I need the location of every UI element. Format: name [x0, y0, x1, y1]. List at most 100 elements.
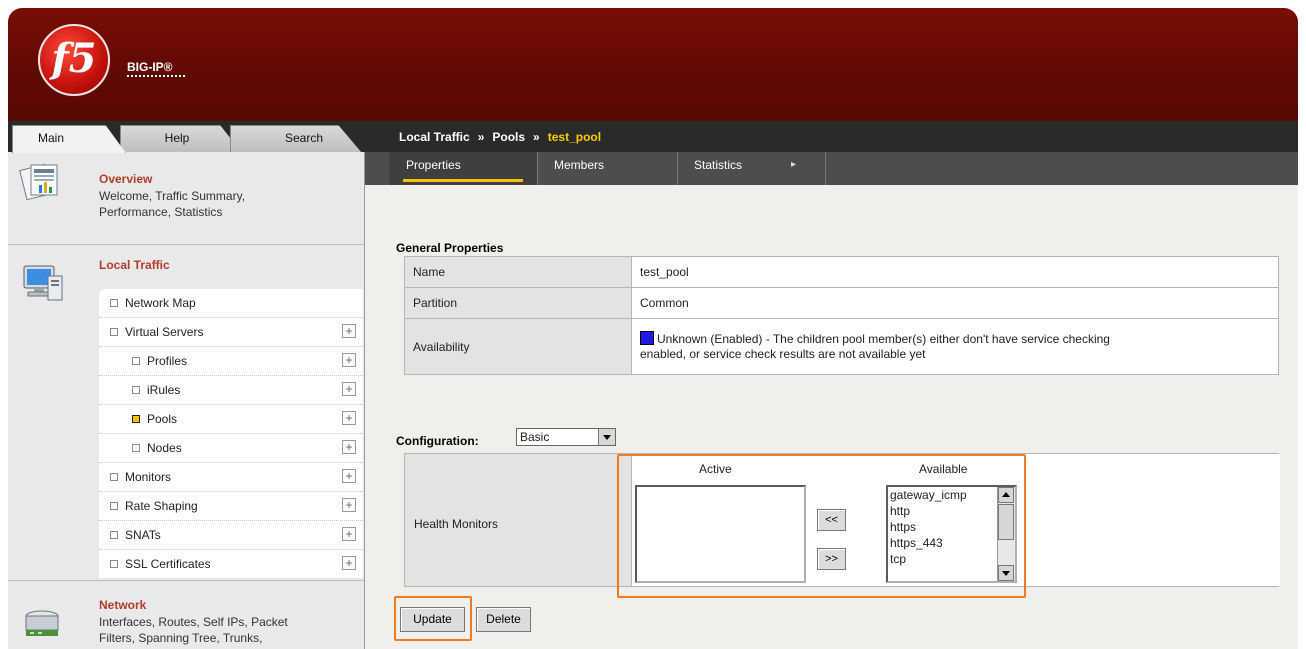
general-properties-title: General Properties [396, 241, 504, 255]
add-icon[interactable]: + [342, 527, 356, 541]
sidebar-item-label: iRules [147, 383, 181, 397]
general-properties-table: Name test_pool Partition Common Availabi… [404, 256, 1279, 375]
external-link-icon[interactable]: ▸ [791, 152, 796, 178]
sidebar-overview-title[interactable]: Overview [99, 172, 152, 186]
row-label-name: Name [404, 256, 632, 288]
sidebar-item-label: Network Map [125, 296, 196, 310]
configuration-select[interactable]: Basic [516, 428, 616, 446]
sidebar-divider [8, 580, 364, 581]
availability-text-line2: enabled, or service check results are no… [640, 347, 926, 361]
breadcrumb-local-traffic[interactable]: Local Traffic [399, 130, 470, 144]
add-icon[interactable]: + [342, 498, 356, 512]
tab-help-label: Help [164, 131, 190, 145]
table-row: Name test_pool [404, 256, 1279, 288]
network-icon [25, 610, 59, 636]
sidebar-network-desc: Interfaces, Routes, Self IPs, Packet Fil… [99, 614, 288, 646]
sidebar: Overview Welcome, Traffic Summary, Perfo… [8, 152, 365, 649]
breadcrumb-pools[interactable]: Pools [492, 130, 525, 144]
sidebar-item-virtual-servers[interactable]: Virtual Servers + [99, 318, 363, 347]
monitors-highlight-box [617, 454, 1026, 598]
overview-icon [19, 163, 58, 201]
tab-properties-label: Properties [406, 158, 461, 172]
sidebar-item-label: SNATs [125, 528, 161, 542]
sidebar-item-irules[interactable]: iRules + [99, 376, 363, 405]
product-underline [127, 75, 185, 77]
sidebar-item-label: SSL Certificates [125, 557, 211, 571]
sidebar-network-title[interactable]: Network [99, 598, 146, 612]
bullet-icon [110, 560, 118, 568]
product-name: BIG-IP® [127, 60, 173, 74]
bullet-icon [110, 299, 118, 307]
sidebar-divider [8, 244, 364, 245]
sidebar-item-network-map[interactable]: Network Map [99, 289, 363, 318]
main-content: Properties Members Statistics ▸ General … [365, 152, 1298, 649]
sidebar-item-pools[interactable]: Pools + [99, 405, 363, 434]
availability-value: Unknown (Enabled) - The children pool me… [631, 318, 1279, 375]
bullet-icon [110, 473, 118, 481]
add-icon[interactable]: + [342, 440, 356, 454]
bullet-icon [132, 444, 140, 452]
local-traffic-menu: Network Map Virtual Servers + Profiles +… [99, 289, 363, 578]
breadcrumb-current: test_pool [547, 130, 602, 144]
tab-main-label: Main [37, 131, 64, 145]
tab-statistics-label: Statistics [694, 158, 743, 172]
pool-name-value: test_pool [631, 256, 1279, 288]
app-frame: f5 BIG-IP® Main Help Search Local Traffi… [8, 8, 1298, 649]
status-blue-icon [640, 331, 654, 345]
bullet-icon [110, 531, 118, 539]
chevron-down-icon[interactable] [598, 429, 615, 445]
sidebar-item-rate-shaping[interactable]: Rate Shaping + [99, 492, 363, 521]
sidebar-item-label: Nodes [147, 441, 182, 455]
sidebar-item-label: Monitors [125, 470, 172, 484]
row-label-availability: Availability [404, 318, 632, 375]
partition-value: Common [631, 287, 1279, 319]
add-icon[interactable]: + [342, 382, 356, 396]
delete-button[interactable]: Delete [476, 607, 531, 632]
bullet-icon [110, 502, 118, 510]
sidebar-item-snats[interactable]: SNATs + [99, 521, 363, 550]
sidebar-item-label: Virtual Servers [125, 325, 204, 339]
configuration-select-value: Basic [520, 430, 550, 444]
breadcrumb: Local Traffic » Pools » test_pool [399, 130, 601, 144]
table-row: Availability Unknown (Enabled) - The chi… [404, 318, 1279, 375]
add-icon[interactable]: + [342, 469, 356, 483]
tab-statistics[interactable]: Statistics ▸ [677, 152, 826, 185]
health-monitors-label: Health Monitors [414, 517, 499, 531]
overview-desc-line2: Performance, Statistics [99, 205, 223, 219]
breadcrumb-separator: » [533, 130, 540, 144]
network-desc-line1: Interfaces, Routes, Self IPs, Packet [99, 615, 288, 629]
bullet-icon [110, 328, 118, 336]
bullet-selected-icon [132, 415, 140, 423]
f5-logo: f5 [38, 24, 110, 96]
sidebar-item-label: Rate Shaping [125, 499, 198, 513]
sidebar-item-label: Profiles [147, 354, 188, 368]
sidebar-item-monitors[interactable]: Monitors + [99, 463, 363, 492]
sidebar-local-traffic-title[interactable]: Local Traffic [99, 258, 170, 272]
header-banner [8, 8, 1298, 121]
row-label-partition: Partition [404, 287, 632, 319]
breadcrumb-separator: » [477, 130, 485, 144]
sidebar-item-ssl-certificates[interactable]: SSL Certificates + [99, 550, 363, 578]
tab-properties[interactable]: Properties [389, 152, 538, 185]
bullet-icon [132, 357, 140, 365]
table-row: Partition Common [404, 287, 1279, 319]
sidebar-item-label: Pools [147, 412, 178, 426]
subtab-bar: Properties Members Statistics ▸ [365, 152, 1298, 185]
add-icon[interactable]: + [342, 324, 356, 338]
add-icon[interactable]: + [342, 353, 356, 367]
sidebar-item-nodes[interactable]: Nodes + [99, 434, 363, 463]
configuration-label: Configuration: [396, 434, 479, 448]
bullet-icon [132, 386, 140, 394]
network-desc-line2: Filters, Spanning Tree, Trunks, [99, 631, 263, 645]
overview-desc-line1: Welcome, Traffic Summary, [99, 189, 246, 203]
tab-members-label: Members [554, 158, 605, 172]
tab-members[interactable]: Members [537, 152, 678, 185]
add-icon[interactable]: + [342, 411, 356, 425]
availability-text-line1: Unknown (Enabled) - The children pool me… [657, 332, 1110, 346]
update-highlight-box [394, 596, 472, 641]
add-icon[interactable]: + [342, 556, 356, 570]
sidebar-item-profiles[interactable]: Profiles + [99, 347, 363, 376]
local-traffic-icon [23, 265, 63, 301]
sidebar-overview-desc: Welcome, Traffic Summary, Performance, S… [99, 188, 245, 220]
tab-search-label: Search [284, 131, 324, 145]
